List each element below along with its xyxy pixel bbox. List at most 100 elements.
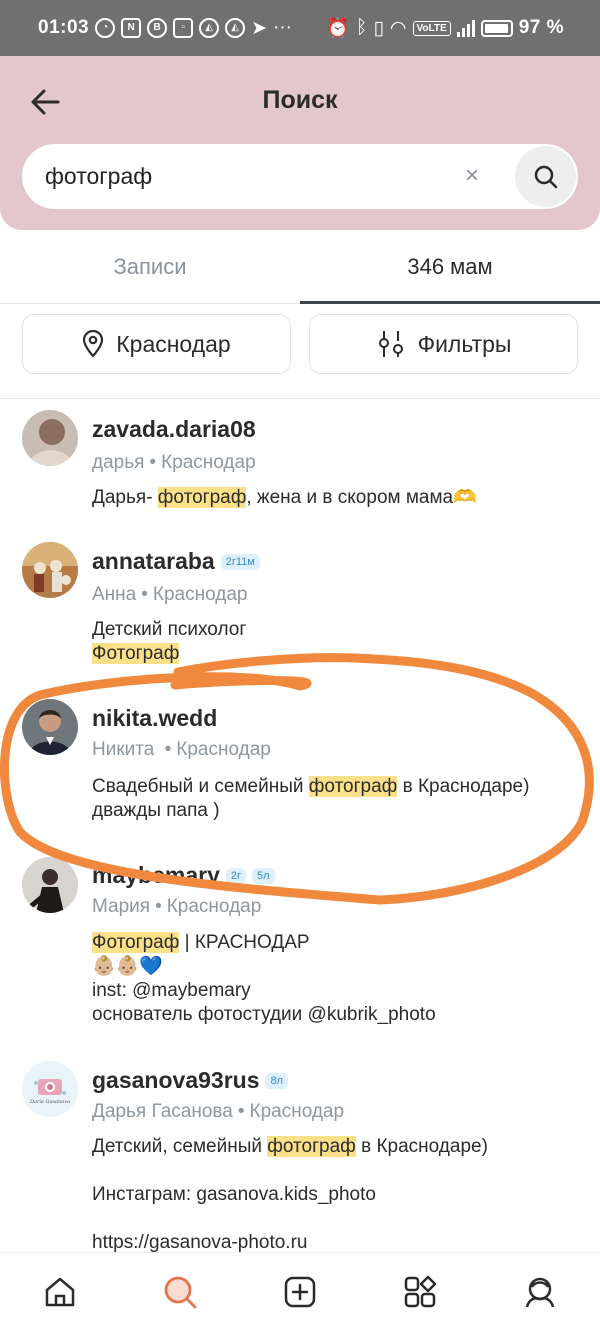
avatar[interactable] [22, 410, 78, 466]
list-item[interactable]: zavada.daria08 дарья • Краснодар Дарья- фо… [0, 400, 600, 532]
bio-line: Инстаграм: gasanova.kids_photo [92, 1183, 582, 1207]
result-tabs: Записи 346 мам [0, 230, 600, 304]
clear-search-button[interactable]: × [458, 162, 486, 190]
volte-icon: VoLTE [412, 20, 451, 36]
avatar[interactable] [22, 542, 78, 598]
search-input[interactable] [45, 163, 455, 190]
vibrate-icon: ▯ [373, 17, 384, 39]
user-city: Краснодар [166, 896, 262, 917]
results-list: zavada.daria08 дарья • Краснодар Дарья- фо… [0, 400, 600, 1252]
bio-text: | КРАСНОДАР [179, 932, 310, 953]
user-meta: дарья • Краснодар [92, 452, 256, 473]
sliders-icon [378, 331, 403, 357]
bio-line: дважды папа ) [92, 799, 582, 823]
bluetooth-icon: ᛒ [356, 17, 368, 38]
status-time: 01:03 [38, 17, 90, 38]
user-meta: Мария • Краснодар [92, 896, 262, 917]
user-meta: Дарья Гасанова • Краснодар [92, 1101, 345, 1122]
nav-profile[interactable] [510, 1262, 570, 1322]
age-badge: 8л [265, 1073, 289, 1089]
bio-line [92, 1207, 582, 1231]
profile-icon [525, 1277, 555, 1308]
user-bio: Детский, семейный фотограф в Краснодаре)… [92, 1135, 582, 1252]
bio-text: , жена и в скором мама🫶 [246, 487, 477, 508]
bio-line: основатель фотостудии @kubrik_photo [92, 1003, 582, 1027]
filters-button[interactable]: Фильтры [309, 314, 578, 374]
list-item[interactable]: maybemary 2г 5л Мария • Краснодар Фотограф |… [0, 844, 600, 1049]
nav-search[interactable] [150, 1262, 210, 1322]
apps-icon [404, 1275, 437, 1308]
user-name: Мария [92, 896, 151, 917]
user-city: Краснодар [176, 739, 271, 760]
filters-row: Краснодар Фильтры [0, 304, 600, 399]
bio-text: основатель фотостудии @kubrik_photo [92, 1004, 436, 1025]
wifi-icon: ◠ [389, 17, 407, 39]
status-right: ⏰ ᛒ ▯ ◠ VoLTE 97 % [326, 16, 564, 40]
bio-line: 👶🏼👶🏼💙 [92, 955, 582, 979]
tab-moms[interactable]: 346 мам [300, 230, 600, 304]
avatar[interactable] [22, 857, 78, 913]
list-item[interactable]: Daria Gasanova gasanova93rus 8л Дарья Гас… [0, 1049, 600, 1252]
search-icon [534, 165, 557, 188]
user-bio: Фотограф | КРАСНОДАР 👶🏼👶🏼💙 inst: @maybemar… [92, 931, 582, 1027]
page-title: Поиск [262, 86, 338, 114]
tab-posts[interactable]: Записи [0, 230, 300, 303]
username: annataraba 2г11м [92, 548, 260, 575]
list-item[interactable]: annataraba 2г11м Анна • Краснодар Детский п… [0, 532, 600, 687]
nav-home[interactable] [30, 1262, 90, 1322]
username-text: gasanova93rus [92, 1067, 260, 1093]
age-badge: 2г11м [220, 554, 260, 570]
telegram-icon: ➤ [251, 17, 268, 39]
user-city: Краснодар [249, 1101, 345, 1122]
bio-line: Свадебный и семейный фотограф в Краснода… [92, 775, 582, 799]
bio-text: Дарья- [92, 487, 158, 508]
bio-line: inst: @maybemary [92, 979, 582, 1003]
search-icon [164, 1276, 197, 1309]
user-bio: Детский психолог Фотограф [92, 618, 582, 666]
username: maybemary 2г 5л [92, 862, 275, 889]
list-item[interactable]: nikita.wedd Никита • Краснодар Свадебный … [0, 687, 600, 844]
bio-text: inst: @maybemary [92, 980, 251, 1001]
city-filter-button[interactable]: Краснодар [22, 314, 291, 374]
age-badge: 5л [252, 868, 275, 884]
battery-icon [480, 19, 513, 37]
bio-text: Инстаграм: gasanova.kids_photo [92, 1184, 376, 1205]
user-name: Дарья Гасанова [92, 1101, 233, 1122]
bio-text: Детский психолог [92, 619, 247, 640]
user-name: Анна [92, 584, 137, 605]
app-icon: ◭ [225, 18, 246, 38]
username-text: annataraba [92, 548, 215, 574]
username: gasanova93rus 8л [92, 1067, 289, 1094]
avatar[interactable] [22, 699, 78, 755]
search-button[interactable] [515, 146, 576, 207]
bio-line: Дарья- фотограф, жена и в скором мама🫶 [92, 486, 582, 510]
bio-text: дважды папа ) [92, 800, 220, 821]
alarm-icon: ⏰ [326, 18, 351, 39]
city-filter-label: Краснодар [116, 330, 231, 357]
user-city: Краснодар [152, 584, 248, 605]
bio-text: Свадебный и семейный [92, 776, 309, 797]
search-highlight: фотограф [157, 487, 247, 508]
bio-line [92, 1159, 582, 1183]
user-meta: Никита • Краснодар [92, 739, 271, 760]
username: zavada.daria08 [92, 416, 256, 442]
status-bar: 01:03 ◔ N B ▫ ◭ ◭ ➤ ··· ⏰ ᛒ ▯ ◠ VoLTE 97… [0, 0, 600, 56]
bio-line: https://gasanova-photo.ru [92, 1231, 582, 1252]
user-bio: Дарья- фотограф, жена и в скором мама🫶 [92, 486, 582, 510]
status-left: 01:03 ◔ N B ▫ ◭ ◭ ➤ ··· [38, 17, 292, 40]
nav-add-post[interactable] [270, 1262, 330, 1322]
speed-icon: ◔ [95, 18, 116, 38]
bio-text: Детский, семейный [92, 1136, 268, 1157]
add-post-icon [284, 1276, 316, 1308]
nav-apps[interactable] [390, 1262, 450, 1322]
bio-line: Детский психолог [92, 618, 582, 642]
username: nikita.wedd [92, 705, 218, 731]
user-name: Никита [92, 739, 160, 760]
signal-icon [456, 19, 475, 37]
search-bar: × [22, 144, 578, 209]
bio-line: Фотограф | КРАСНОДАР [92, 931, 582, 955]
avatar[interactable]: Daria Gasanova [22, 1061, 78, 1117]
nfc-icon: ▫ [173, 18, 194, 38]
battery-level: 97 % [518, 17, 564, 38]
user-meta: Анна • Краснодар [92, 584, 248, 605]
